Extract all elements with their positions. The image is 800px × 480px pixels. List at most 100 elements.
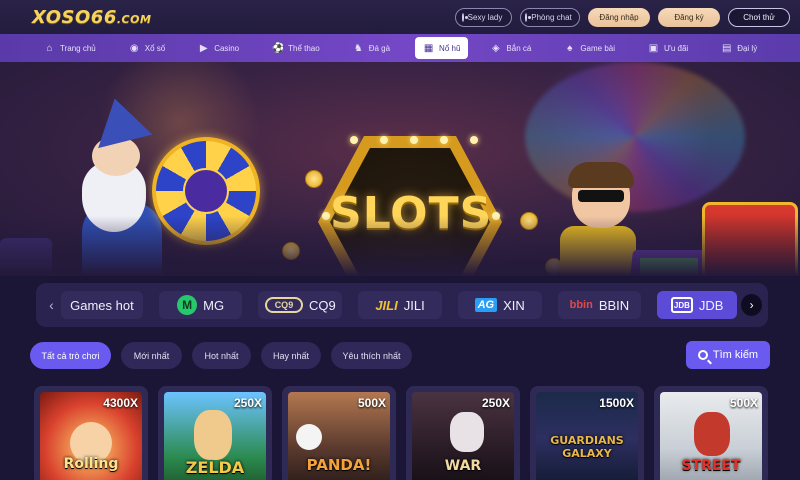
provider-label: JDB [698,297,724,313]
filter-label: Mới nhất [133,350,170,361]
game-thumbnail: 500X PANDA! [288,392,390,480]
logo-text: XOSO66 [32,6,117,28]
marquee-bulb [440,136,448,144]
provider-label: JILI [403,297,425,313]
radio-icon [461,12,468,22]
nav-label: Bắn cá [506,43,532,53]
filter-favorite[interactable]: Yêu thích nhất [331,342,412,369]
fish-icon: ◈ [492,42,500,54]
nav-label: Nổ hũ [439,43,461,53]
nav-item-card-games[interactable]: ♠ Game bài [556,37,623,59]
nav-item-fishing[interactable]: ◈ Bắn cá [482,37,539,59]
register-button[interactable]: Đăng ký [658,7,720,27]
jdb-logo-icon: JDB [670,297,693,313]
game-card[interactable]: 250X ZELDA [158,386,272,480]
game-title: Rolling [63,456,119,472]
game-card[interactable]: 500X PANDA! [282,386,396,480]
nav-item-slots[interactable]: ▦ Nổ hũ [415,37,469,59]
agent-icon: ▤ [721,42,732,54]
nav-label: Casino [214,43,240,53]
game-card[interactable]: 500X STREET [654,386,768,480]
sexy-lady-button[interactable]: Sexy lady [455,7,512,27]
rooster-icon: ♞ [353,42,363,54]
filter-label: Hay nhất [272,350,310,361]
chat-room-label: Phòng chat [531,12,572,22]
nav-item-cockfight[interactable]: ♞ Đá gà [345,37,398,59]
try-play-button[interactable]: Chơi thử [728,7,790,27]
character-figure [194,410,232,460]
main-nav: ⌂ Trang chủ ◉ Xổ số ▶ Casino ⚽ Thể thao … [0,34,800,62]
nav-item-home[interactable]: ⌂ Trang chủ [36,37,104,59]
game-card[interactable]: 1500X GUARDIANS GALAXY [530,386,644,480]
game-thumbnail: 500X STREET [660,392,762,480]
ag-logo-icon: AG [474,298,498,312]
cards-icon: ♠ [567,42,573,54]
fighter-figure [694,412,730,456]
provider-tabs: ‹ Games hot M MG CQ9 CQ9 JILI JILI AG XI… [36,283,768,327]
filter-best[interactable]: Hay nhất [261,342,321,369]
provider-tab-jdb[interactable]: JDB JDB [657,291,738,319]
register-label: Đăng ký [674,12,704,22]
provider-tab-cq9[interactable]: CQ9 CQ9 [258,291,343,319]
provider-tab-games-hot[interactable]: Games hot [61,291,143,319]
home-icon: ⌂ [46,42,53,54]
provider-tab-mg[interactable]: M MG [158,291,243,319]
slots-banner[interactable]: SLOTS [0,62,800,276]
provider-label: BBIN [598,297,630,313]
nav-label: Ưu đãi [664,43,689,53]
multiplier-badge: 4300X [103,396,138,410]
provider-tab-bbin[interactable]: bbin BBIN [557,291,642,319]
filter-all-games[interactable]: Tất cả trò chơi [30,342,111,369]
filter-hottest[interactable]: Hot nhất [192,342,251,369]
header-actions: Sexy lady Phòng chat Đăng nhập Đăng ký C… [455,7,790,27]
game-title: GUARDIANS GALAXY [550,434,624,460]
provider-label: Games hot [70,297,134,313]
filter-label: Hot nhất [204,350,239,361]
nav-item-sports[interactable]: ⚽ Thể thao [264,37,328,59]
game-title: STREET [681,458,741,474]
login-button[interactable]: Đăng nhập [588,7,650,27]
top-bar: XOSO66.COM Sexy lady Phòng chat Đăng nhậ… [0,0,800,34]
mg-logo-icon: M [177,295,198,315]
search-button[interactable]: Tìm kiếm [686,341,770,369]
nav-item-agent[interactable]: ▤ Đại lý [713,37,765,59]
gift-icon: ▣ [648,42,659,54]
provider-tab-xin[interactable]: AG XIN [457,291,542,319]
radio-icon [525,12,532,22]
filter-label: Tất cả trò chơi [41,350,100,361]
casino-icon: ▶ [199,42,208,54]
nav-label: Trang chủ [60,43,96,53]
multiplier-badge: 500X [729,396,758,410]
marquee-bulb [380,136,388,144]
game-title: ZELDA [185,458,245,477]
jili-logo-icon: JILI [375,297,398,313]
game-filters: Tất cả trò chơi Mới nhất Hot nhất Hay nh… [30,342,412,369]
nav-item-lottery[interactable]: ◉ Xổ số [121,37,173,59]
nav-label: Game bài [580,43,615,53]
filter-label: Yêu thích nhất [342,350,401,361]
provider-label: XIN [503,297,525,313]
slot-machine-icon: ▦ [423,42,434,54]
nav-label: Đại lý [737,43,758,53]
try-play-label: Chơi thử [743,12,775,22]
nav-item-casino[interactable]: ▶ Casino [190,37,247,59]
login-label: Đăng nhập [599,12,639,22]
man-hair [568,162,634,188]
bbin-logo-icon: bbin [569,299,593,311]
character-figure [450,412,484,452]
chat-room-button[interactable]: Phòng chat [520,7,580,27]
game-thumbnail: 250X WAR [412,392,514,480]
game-card[interactable]: 250X WAR [406,386,520,480]
site-logo[interactable]: XOSO66.COM [32,7,151,28]
marquee-bulb [470,136,478,144]
chevron-right-icon[interactable]: › [741,294,763,316]
provider-label: CQ9 [308,297,336,313]
provider-tab-jili[interactable]: JILI JILI [358,291,442,319]
game-card[interactable]: 4300X Rolling [34,386,148,480]
multiplier-badge: 250X [233,396,262,410]
sexy-lady-label: Sexy lady [467,12,503,22]
chevron-left-icon[interactable]: ‹ [42,293,61,317]
nav-label: Xổ số [144,43,166,53]
filter-newest[interactable]: Mới nhất [121,342,182,369]
nav-item-promotions[interactable]: ▣ Ưu đãi [640,37,696,59]
